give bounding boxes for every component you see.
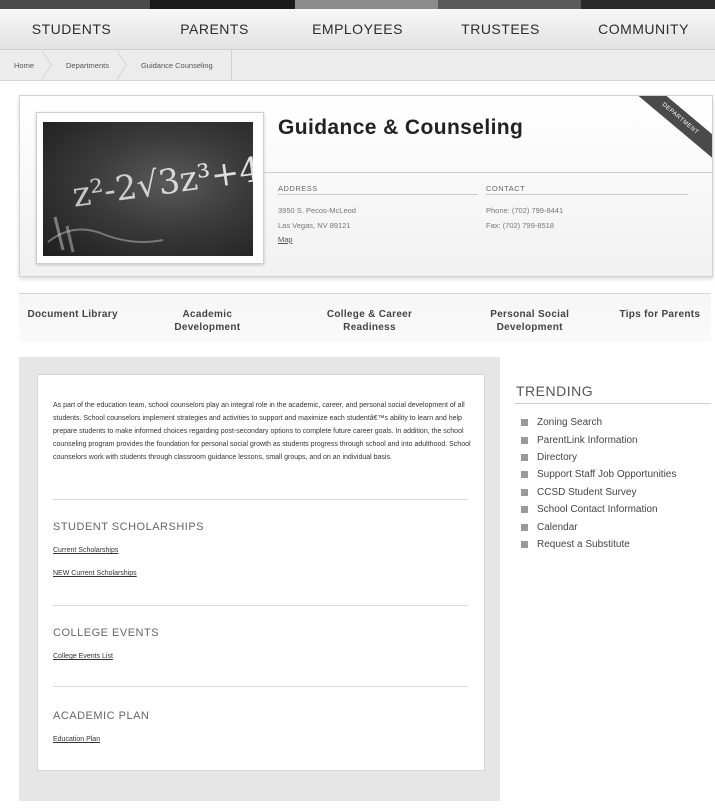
nav-parents[interactable]: PARENTS	[143, 9, 286, 49]
bullet-square-icon	[521, 523, 528, 531]
trending-item-label: CCSD Student Survey	[537, 486, 637, 498]
contact-phone: Phone: (702) 799-8441	[486, 206, 564, 215]
trending-list: Zoning Search ParentLink Information Dir…	[521, 414, 676, 553]
trending-item-label: Zoning Search	[537, 417, 603, 429]
bullet-square-icon	[521, 453, 528, 461]
trending-item[interactable]: CCSD Student Survey	[521, 484, 676, 501]
breadcrumb-home[interactable]: Home	[0, 50, 53, 80]
link-current-scholarships[interactable]: Current Scholarships	[53, 547, 118, 554]
section-title-academic-plan: ACADEMIC PLAN	[53, 710, 150, 722]
section-title-college-events: COLLEGE EVENTS	[53, 627, 160, 639]
title-divider	[264, 172, 712, 173]
nav-employees[interactable]: EMPLOYEES	[286, 9, 429, 49]
top-color-bar	[0, 0, 715, 9]
nav-trustees[interactable]: TRUSTEES	[429, 9, 572, 49]
top-bar-segment	[581, 0, 715, 9]
subnav-personal-social-development[interactable]: Personal Social Development	[451, 294, 609, 342]
subnav-document-library[interactable]: Document Library	[19, 294, 126, 342]
main-nav: STUDENTS PARENTS EMPLOYEES TRUSTEES COMM…	[0, 9, 715, 50]
trending-item[interactable]: Zoning Search	[521, 414, 676, 431]
link-new-current-scholarships[interactable]: NEW Current Scholarships	[53, 570, 137, 577]
trending-item-label: Directory	[537, 451, 578, 463]
intro-paragraph: As part of the education team, school co…	[53, 402, 471, 461]
top-bar-segment	[150, 0, 295, 9]
contact-label: CONTACT	[486, 184, 526, 193]
trending-item[interactable]: ParentLink Information	[521, 431, 676, 448]
top-bar-segment	[295, 0, 438, 9]
trending-item[interactable]: School Contact Information	[521, 501, 676, 518]
nav-students[interactable]: STUDENTS	[0, 9, 143, 49]
top-bar-segment	[438, 0, 581, 9]
bullet-square-icon	[521, 436, 528, 444]
address-line-1: 3950 S. Pecos-McLeod	[278, 206, 356, 215]
department-subnav: Document Library Academic Development Co…	[19, 293, 711, 342]
map-link[interactable]: Map	[278, 235, 293, 244]
department-corner-badge: DEPARTMENT	[628, 96, 712, 165]
trending-item-label: Request a Substitute	[537, 538, 630, 550]
subnav-college-career-readiness[interactable]: College & Career Readiness	[288, 294, 450, 342]
section-divider	[53, 499, 468, 500]
photo-frame: z²-2√3z³+4z	[36, 112, 264, 264]
page-title: Guidance & Counseling	[278, 116, 524, 139]
trending-item-label: ParentLink Information	[537, 434, 638, 446]
trending-item-label: Calendar	[537, 521, 578, 533]
chalkboard-photo: z²-2√3z³+4z	[43, 122, 253, 256]
bullet-square-icon	[521, 419, 528, 427]
subnav-tips-for-parents[interactable]: Tips for Parents	[609, 294, 711, 342]
section-divider	[53, 686, 468, 687]
contact-divider	[486, 194, 688, 195]
breadcrumb-current: Guidance Counseling	[127, 50, 232, 80]
trending-title: TRENDING	[516, 383, 594, 399]
contact-fax: Fax: (702) 799-8518	[486, 221, 554, 230]
link-education-plan[interactable]: Education Plan	[53, 736, 100, 743]
section-divider	[53, 605, 468, 606]
bullet-square-icon	[521, 471, 528, 479]
breadcrumb-departments[interactable]: Departments	[52, 50, 127, 80]
trending-item[interactable]: Request a Substitute	[521, 536, 676, 553]
address-divider	[278, 194, 478, 195]
trending-item-label: Support Staff Job Opportunities	[537, 469, 677, 481]
bullet-square-icon	[521, 488, 528, 496]
section-title-scholarships: STUDENT SCHOLARSHIPS	[53, 521, 204, 533]
breadcrumb: Home Departments Guidance Counseling	[0, 50, 715, 81]
bullet-square-icon	[521, 540, 528, 548]
trending-divider	[515, 403, 711, 404]
trending-item[interactable]: Support Staff Job Opportunities	[521, 466, 676, 483]
address-label: ADDRESS	[278, 184, 318, 193]
department-header-card: z²-2√3z³+4z Guidance & Counseling DEPART…	[19, 95, 713, 277]
top-bar-segment	[0, 0, 150, 9]
trending-item-label: School Contact Information	[537, 504, 658, 516]
trending-item[interactable]: Directory	[521, 449, 676, 466]
main-content-panel: As part of the education team, school co…	[37, 374, 485, 771]
subnav-academic-development[interactable]: Academic Development	[126, 294, 288, 342]
address-line-2: Las Vegas, NV 89121	[278, 221, 351, 230]
trending-item[interactable]: Calendar	[521, 518, 676, 535]
link-college-events-list[interactable]: College Events List	[53, 653, 113, 660]
chalkboard-image: z²-2√3z³+4z	[47, 147, 253, 253]
nav-community[interactable]: COMMUNITY	[572, 9, 715, 49]
bullet-square-icon	[521, 506, 528, 514]
